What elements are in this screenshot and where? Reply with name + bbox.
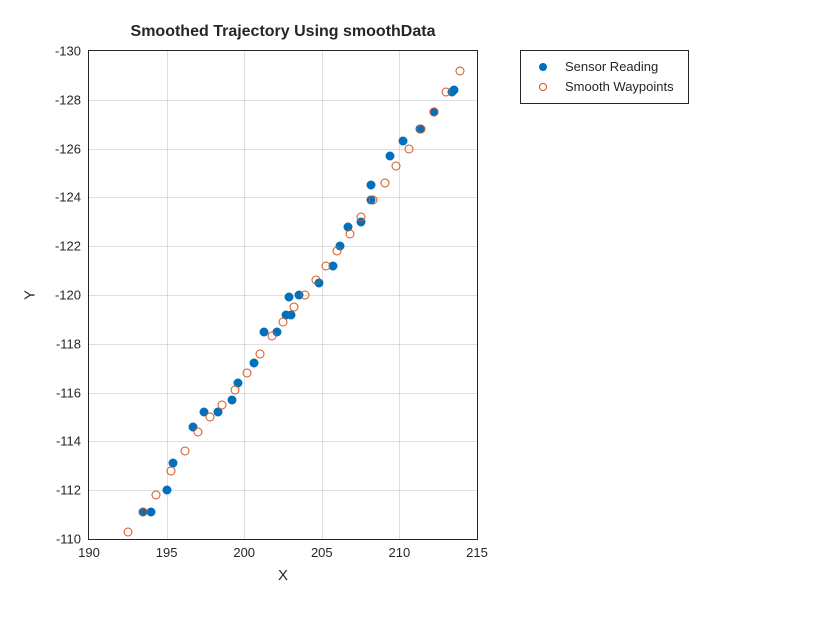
smooth-waypoint-point	[333, 247, 342, 256]
sensor-reading-point	[367, 181, 376, 190]
smooth-waypoint-point	[151, 491, 160, 500]
smooth-waypoint-point	[139, 508, 148, 517]
x-tick-label: 210	[389, 545, 411, 560]
grid-line-horizontal	[89, 490, 477, 491]
sensor-reading-point	[386, 151, 395, 160]
x-tick-label: 200	[233, 545, 255, 560]
smooth-waypoint-point	[181, 447, 190, 456]
grid-line-horizontal	[89, 295, 477, 296]
grid-line-horizontal	[89, 344, 477, 345]
smooth-waypoint-point	[206, 413, 215, 422]
y-tick-label: -126	[55, 141, 81, 156]
legend-entry-smooth-waypoints: Smooth Waypoints	[529, 77, 674, 97]
y-tick-label: -114	[56, 434, 81, 449]
y-tick-label: -122	[55, 239, 81, 254]
sensor-reading-point	[227, 395, 236, 404]
grid-line-horizontal	[89, 100, 477, 101]
sensor-reading-point	[449, 86, 458, 95]
x-tick-label: 205	[311, 545, 333, 560]
y-tick-label: -128	[55, 92, 81, 107]
y-tick-label: -124	[55, 190, 81, 205]
smooth-waypoint-point	[167, 466, 176, 475]
smooth-waypoint-point	[311, 276, 320, 285]
sensor-reading-point	[162, 486, 171, 495]
legend-label: Smooth Waypoints	[565, 77, 674, 97]
smooth-waypoint-point	[255, 349, 264, 358]
y-tick-label: -110	[56, 532, 81, 547]
x-axis-label: X	[278, 567, 288, 584]
smooth-waypoint-point	[300, 291, 309, 300]
grid-line-horizontal	[89, 441, 477, 442]
smooth-waypoint-point	[243, 369, 252, 378]
smooth-waypoint-point	[429, 108, 438, 117]
smooth-waypoint-point	[369, 195, 378, 204]
legend: Sensor Reading Smooth Waypoints	[520, 50, 689, 104]
axes: Smoothed Trajectory Using smoothData X Y…	[88, 50, 478, 540]
smooth-waypoint-point	[218, 400, 227, 409]
smooth-waypoint-point	[123, 527, 132, 536]
legend-entry-sensor-reading: Sensor Reading	[529, 57, 674, 77]
grid-line-horizontal	[89, 149, 477, 150]
y-tick-label: -130	[55, 44, 81, 59]
smooth-waypoint-point	[322, 261, 331, 270]
smooth-waypoint-point	[193, 427, 202, 436]
sensor-reading-point	[147, 508, 156, 517]
y-tick-label: -118	[56, 336, 81, 351]
smooth-waypoint-point	[404, 144, 413, 153]
legend-marker-open-icon	[529, 77, 557, 97]
x-tick-label: 190	[78, 545, 100, 560]
smooth-waypoint-point	[381, 178, 390, 187]
x-tick-label: 195	[156, 545, 178, 560]
sensor-reading-point	[249, 359, 258, 368]
legend-marker-filled-icon	[529, 57, 557, 77]
y-tick-label: -120	[55, 288, 81, 303]
smooth-waypoint-point	[455, 66, 464, 75]
smooth-waypoint-point	[230, 386, 239, 395]
grid-line-horizontal	[89, 246, 477, 247]
y-tick-label: -116	[56, 385, 81, 400]
smooth-waypoint-point	[268, 332, 277, 341]
grid-line-horizontal	[89, 393, 477, 394]
figure: Smoothed Trajectory Using smoothData X Y…	[0, 0, 840, 630]
grid-line-horizontal	[89, 197, 477, 198]
smooth-waypoint-point	[356, 212, 365, 221]
y-axis-label: Y	[22, 290, 39, 300]
smooth-waypoint-point	[345, 230, 354, 239]
smooth-waypoint-point	[279, 317, 288, 326]
chart-title: Smoothed Trajectory Using smoothData	[131, 23, 436, 41]
legend-label: Sensor Reading	[565, 57, 658, 77]
sensor-reading-point	[285, 293, 294, 302]
smooth-waypoint-point	[441, 88, 450, 97]
smooth-waypoint-point	[392, 161, 401, 170]
smooth-waypoint-point	[289, 303, 298, 312]
x-tick-label: 215	[466, 545, 488, 560]
y-tick-label: -112	[56, 483, 81, 498]
smooth-waypoint-point	[417, 125, 426, 134]
